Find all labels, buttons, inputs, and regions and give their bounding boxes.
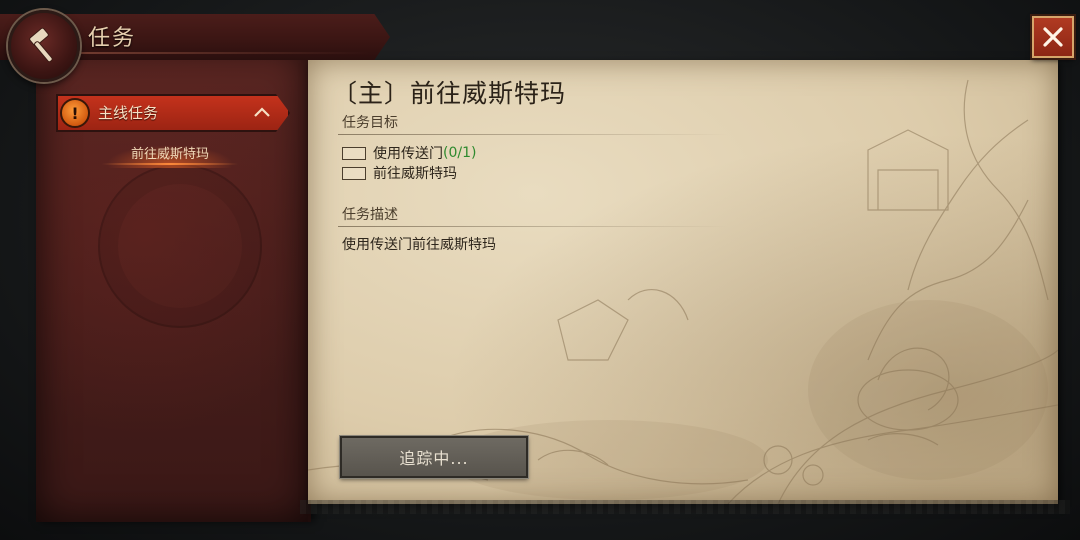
description-divider xyxy=(338,226,728,227)
objective-item: 使用传送门 (0/1) xyxy=(342,144,476,162)
objectives-divider xyxy=(338,134,728,135)
quest-medallion xyxy=(8,10,80,82)
quest-list-item[interactable]: 前往威斯特玛 xyxy=(96,142,244,168)
objective-checkbox xyxy=(342,146,366,160)
objective-progress: (0/1) xyxy=(443,145,477,161)
panel-emblem-icon xyxy=(98,164,262,328)
window-title: 任务 xyxy=(88,26,137,51)
objective-item: 前往威斯特玛 xyxy=(342,164,457,182)
quest-description: 使用传送门前往威斯特玛 xyxy=(342,237,496,253)
track-quest-button[interactable]: 追踪中... xyxy=(340,436,528,478)
parchment-bottom-edge xyxy=(300,500,1070,514)
category-label: 主线任务 xyxy=(98,104,159,122)
description-heading: 任务描述 xyxy=(342,207,398,223)
hammer-icon xyxy=(29,27,53,63)
game-screen: 〔主〕前往威斯特玛 任务目标 使用传送门 (0/1) 前往威斯特玛 任务描述 使… xyxy=(0,0,1080,540)
quest-title: 〔主〕前往威斯特玛 xyxy=(332,79,567,108)
objective-checkbox xyxy=(342,166,366,180)
close-button[interactable] xyxy=(1032,16,1074,58)
alert-icon: ! xyxy=(60,98,90,128)
close-icon xyxy=(1043,27,1063,47)
objectives-heading: 任务目标 xyxy=(342,115,398,131)
category-tab-main-quest[interactable]: ! 主线任务 xyxy=(56,94,290,132)
objective-text: 使用传送门 xyxy=(373,146,443,162)
objective-text: 前往威斯特玛 xyxy=(373,166,457,182)
quest-detail-parchment: 〔主〕前往威斯特玛 任务目标 使用传送门 (0/1) 前往威斯特玛 任务描述 使… xyxy=(308,60,1058,504)
chevron-up-icon xyxy=(254,107,270,117)
